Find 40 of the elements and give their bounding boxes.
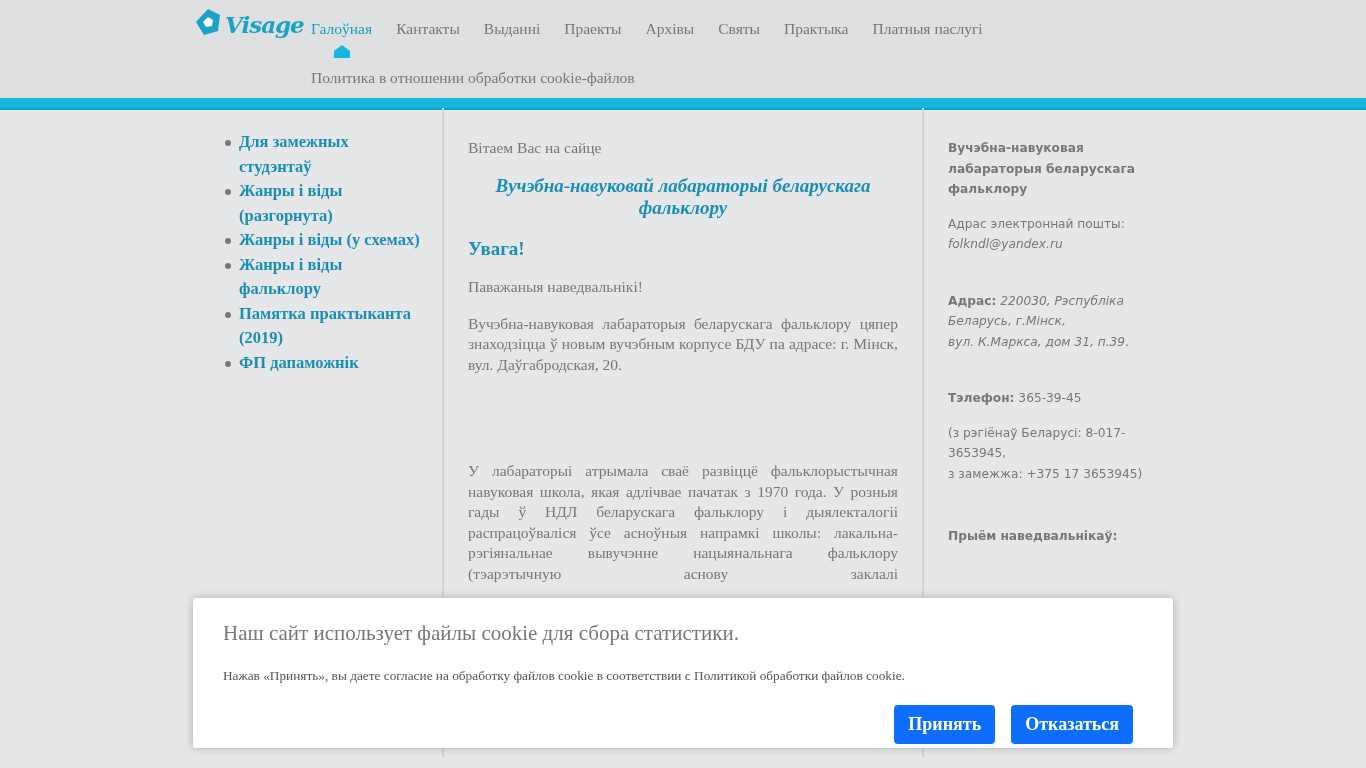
contact-text: Тэлефон: 365-39-45: [948, 390, 1083, 407]
page-title: Вучэбна-навуковай лабараторыі беларускага фальклору: [494, 174, 872, 219]
logo-text[interactable]: Visage: [225, 8, 304, 43]
decline-button[interactable]: Отказаться: [1011, 705, 1133, 745]
nav-link-item[interactable]: Святы: [718, 17, 760, 41]
sidebar-link[interactable]: Памятка практыканта (2019): [239, 301, 422, 351]
paragraph: Паважаныя наведвальнікі!: [468, 277, 644, 297]
sidebar-link[interactable]: ФП дапаможнік: [239, 350, 359, 375]
paragraph: Вучэбна-навуковая лабараторыя беларускага фальклору цяпер знаходзіцца ў новым вучэбным корпусе БДУ па адрасе: г. Мінск, вул. Даўгабродская, 20.: [468, 313, 898, 375]
nav-link-item[interactable]: Архівы: [645, 17, 695, 41]
logo-icon[interactable]: [195, 8, 221, 36]
nav-link-item[interactable]: Политика в отношении обработки cookie-файлов: [311, 66, 635, 90]
sidebar-link[interactable]: Жанры і віды (у схемах): [239, 228, 420, 253]
cookie-text: Нажав «Принять», вы даете согласие на обработку файлов cookie в соответствии с Политикой обработки файлов cookie.: [223, 666, 906, 685]
paragraph: У лабараторыі атрымала сваё развіццё фальклорыстычная навуковая школа, якая адлічвае пачатак з 1970 года. У розныя гады ў НДЛ беларускага фальклору і дыялекталогіі распрацоўваліся ўсе асноўныя напрамкі школы: лакальна-рэгіянальнае вывучэнне нацыянальнага фальклору (тэарэтычную аснову заклалі: [468, 461, 898, 584]
nav-link-item[interactable]: Выданні: [483, 17, 541, 41]
bullet-icon: [225, 140, 231, 146]
bullet-icon: [225, 189, 231, 195]
notice-heading: Увага!: [468, 236, 526, 261]
contact-text: Прыём наведвальнікаў:: [948, 528, 1119, 545]
nav-link-item[interactable]: Кантакты: [396, 17, 460, 41]
nav-link-item[interactable]: Платныя паслугі: [872, 17, 983, 41]
sidebar-link[interactable]: Жанры і віды (разгорнута): [239, 179, 422, 228]
bullet-icon: [225, 238, 231, 244]
cookie-title: Наш сайт использует файлы cookie для сбора статистики.: [223, 620, 740, 647]
accept-button[interactable]: Принять: [894, 705, 996, 745]
nav-link-item[interactable]: Практыка: [783, 17, 849, 41]
contact-text: Адрас: 220030, Рэспубліка Беларусь, г.Мінск, вул. К.Маркса, дом 31, п.39.: [948, 292, 1130, 351]
active-marker-icon: [332, 44, 351, 59]
bullet-icon: [225, 262, 231, 269]
contact-text: Адрас электроннай пошты: folkndl@yandex.ru: [948, 215, 1126, 253]
nav-link-item[interactable]: Праекты: [564, 17, 622, 41]
bullet-icon: [225, 311, 231, 318]
bullet-icon: [225, 360, 231, 367]
sidebar-link[interactable]: Жанры і віды фальклору: [239, 252, 422, 302]
greeting-text: Вітаем Вас на сайце: [468, 138, 603, 158]
contact-text: (з рэгіёнаў Беларусі: 8-017-3653945, з замежжа: +375 17 3653945): [948, 424, 1144, 483]
sidebar-link[interactable]: Для замежных студэнтаў: [239, 130, 422, 179]
contact-text: Вучэбна-навуковая лабараторыя беларускага фальклору: [948, 140, 1136, 198]
nav-link-item[interactable]: Галоўная: [311, 17, 373, 41]
